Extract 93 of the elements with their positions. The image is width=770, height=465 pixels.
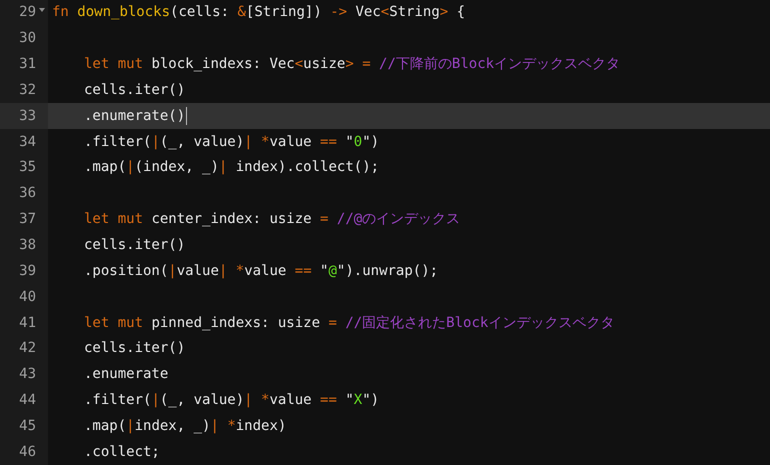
string-literal: X (354, 391, 362, 410)
operator: * (236, 262, 244, 281)
code-text: ") (362, 391, 380, 410)
code-text: index).collect(); (234, 158, 380, 178)
code-text: .map( (84, 158, 126, 178)
line-number: 36 (19, 184, 36, 204)
operator: | (218, 262, 228, 281)
operator: == (320, 132, 337, 152)
code-text: value (176, 262, 219, 281)
code-text: index) (236, 416, 286, 436)
code-text: pinned_indexs: usize (150, 314, 322, 333)
line-number: 31 (19, 55, 36, 74)
operator: | (151, 391, 160, 410)
keyword: fn (52, 3, 70, 22)
keyword: let mut (84, 210, 144, 230)
code-text: cells.iter() (84, 236, 186, 256)
code-text: .enumerate() (84, 106, 186, 126)
line-number: 33 (19, 106, 36, 126)
operator: * (261, 132, 270, 152)
line-number: 44 (19, 391, 36, 410)
keyword: let mut (84, 55, 144, 74)
line-number: 41 (19, 314, 36, 333)
code-text: .collect; (84, 442, 160, 462)
line-number: 39 (19, 262, 36, 281)
keyword: let mut (84, 314, 144, 333)
operator: | (210, 416, 220, 436)
line-number: 42 (19, 339, 36, 358)
code-text: usize (303, 55, 346, 74)
operator: -> (330, 3, 348, 22)
code-text: value (269, 132, 313, 152)
line-number: 45 (19, 416, 36, 436)
comment: //固定化されたBlockインデックスベクタ (345, 314, 614, 333)
code-text: (_, value) (160, 132, 244, 152)
operator: | (126, 158, 135, 178)
text-cursor (186, 107, 188, 126)
function-name: down_blocks (77, 3, 170, 22)
operator: > (440, 3, 448, 22)
code-text: (cells: (170, 3, 230, 22)
code-text: index, _) (134, 416, 210, 436)
code-text: value (269, 391, 313, 410)
operator: = (320, 210, 330, 230)
operator: > (345, 55, 355, 74)
operator: * (261, 391, 270, 410)
code-text: value (244, 262, 288, 281)
code-text: " (344, 391, 354, 410)
operator: * (227, 416, 236, 436)
fold-caret-icon[interactable] (39, 8, 45, 12)
code-text: String (389, 3, 440, 22)
operator: | (218, 158, 228, 178)
comment: //下降前のBlockインデックスベクタ (379, 55, 620, 74)
code-text: .enumerate (84, 365, 168, 384)
operator: < (294, 55, 304, 74)
code-text: block_indexs: Vec (150, 55, 295, 74)
operator: | (244, 391, 254, 410)
code-text: cells.iter() (84, 339, 186, 358)
operator: = (328, 314, 338, 333)
code-text: .map( (84, 416, 126, 436)
line-number: 34 (19, 132, 36, 152)
code-text: (index, _) (134, 158, 219, 178)
line-number: 30 (19, 29, 36, 48)
line-number: 43 (19, 365, 36, 384)
code-text: ").unwrap(); (336, 262, 438, 281)
code-text: " (319, 262, 328, 281)
comment: //@のインデックス (336, 210, 460, 230)
operator: == (294, 262, 312, 281)
operator: < (380, 3, 390, 22)
code-text: .filter( (84, 132, 152, 152)
operator: | (168, 262, 177, 281)
code-text: Vec (354, 3, 381, 22)
operator: | (244, 132, 254, 152)
operator: | (126, 416, 135, 436)
code-text: { (456, 3, 466, 22)
code-text: center_index: usize (150, 210, 313, 230)
string-literal: 0 (354, 132, 362, 152)
line-number: 35 (19, 158, 36, 178)
line-number: 46 (19, 442, 36, 462)
operator: & (237, 3, 246, 22)
code-text: [String]) (246, 3, 323, 22)
code-text: ") (362, 132, 380, 152)
operator: == (320, 391, 337, 410)
code-text: (_, value) (160, 391, 244, 410)
line-number: 32 (19, 80, 36, 100)
code-text: " (344, 132, 354, 152)
line-number: 29 (19, 3, 36, 22)
code-text: cells.iter() (84, 80, 186, 100)
operator: = (362, 55, 372, 74)
code-text: .position( (84, 262, 168, 281)
line-number: 40 (19, 288, 36, 307)
line-number: 37 (19, 210, 36, 230)
code-text: .filter( (84, 391, 152, 410)
string-literal: @ (328, 262, 337, 281)
line-number: 38 (19, 236, 36, 256)
operator: | (151, 132, 160, 152)
